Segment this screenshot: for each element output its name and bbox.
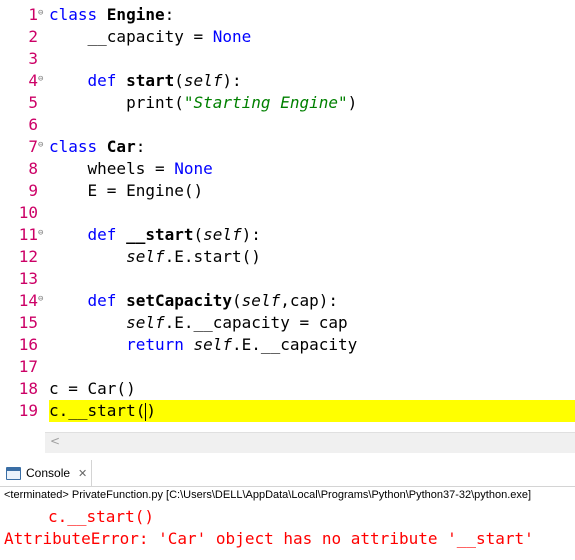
code-text: def setCapacity(self,cap): — [49, 290, 338, 312]
code-token: Engine — [106, 5, 165, 24]
error-traceback-line: c.__start() — [48, 507, 154, 526]
code-line[interactable]: self.E.__capacity = cap — [0, 312, 575, 334]
code-line[interactable]: class Engine: — [0, 4, 575, 26]
code-line[interactable] — [0, 268, 575, 290]
code-token: __start — [126, 225, 194, 244]
code-token: E = Engine() — [49, 181, 204, 200]
code-line[interactable] — [0, 48, 575, 70]
code-line[interactable]: print("Starting Engine") — [0, 92, 575, 114]
code-line[interactable]: wheels = None — [0, 158, 575, 180]
code-text: E = Engine() — [49, 180, 204, 202]
code-token: def — [87, 291, 127, 310]
code-token: print( — [49, 93, 184, 112]
code-token: __capacity = — [49, 27, 213, 46]
tab-console-label: Console — [26, 466, 71, 480]
current-code-line[interactable]: c.__start() — [49, 400, 575, 422]
code-token: ): — [222, 71, 242, 90]
code-token: self — [193, 335, 233, 354]
code-line[interactable] — [0, 114, 575, 136]
code-token: self — [203, 225, 242, 244]
code-token: c = Car() — [49, 379, 136, 398]
code-line[interactable]: def setCapacity(self,cap): — [0, 290, 575, 312]
code-token: None — [174, 159, 213, 178]
code-token: class — [49, 5, 107, 24]
code-token: .E.start() — [164, 247, 261, 266]
code-line[interactable] — [0, 202, 575, 224]
code-token: : — [164, 5, 175, 24]
code-token: start — [126, 71, 175, 90]
code-text: print("Starting Engine") — [49, 92, 357, 114]
editor-gutter-bottom — [0, 438, 45, 452]
code-text: def start(self): — [49, 70, 242, 92]
code-token: self — [241, 291, 281, 310]
code-token: return — [126, 335, 194, 354]
code-token: c.__start( — [49, 401, 146, 420]
code-line[interactable]: return self.E.__capacity — [0, 334, 575, 356]
code-text: wheels = None — [49, 158, 213, 180]
code-line[interactable]: E = Engine() — [0, 180, 575, 202]
code-text: c.__start() — [49, 400, 156, 422]
code-token: ): — [241, 225, 261, 244]
code-token: Car — [106, 137, 136, 156]
code-token: ( — [193, 225, 204, 244]
error-message: AttributeError: 'Car' object has no attr… — [4, 529, 534, 548]
scroll-left-icon[interactable]: < — [50, 434, 60, 448]
line-number: 19 — [18, 401, 38, 420]
console-output[interactable]: <terminated> PrivateFunction.py [C:\User… — [0, 487, 575, 560]
code-line[interactable]: def __start(self): — [0, 224, 575, 246]
code-token: ( — [174, 71, 184, 90]
code-token: ,cap): — [280, 291, 338, 310]
code-token: wheels = — [49, 159, 175, 178]
code-token: "Starting Engine" — [183, 93, 348, 112]
code-token: : — [135, 137, 146, 156]
code-text: return self.E.__capacity — [49, 334, 357, 356]
close-icon[interactable]: ✕ — [78, 467, 87, 480]
code-line[interactable]: class Car: — [0, 136, 575, 158]
code-token: .E.__capacity = cap — [164, 313, 348, 332]
code-token: def — [87, 71, 127, 90]
console-tab-bar: Console ✕ — [0, 460, 575, 487]
code-text: class Car: — [49, 136, 145, 158]
code-text: def __start(self): — [49, 224, 261, 246]
code-text: __capacity = None — [49, 26, 252, 48]
code-token: None — [212, 27, 252, 46]
code-editor[interactable]: 1 ⊖ class Engine: 2 __capacity = None 3 4 ⊖ de… — [0, 0, 575, 438]
code-token: def — [87, 225, 127, 244]
code-token: self — [183, 71, 223, 90]
tab-console[interactable]: Console ✕ — [0, 460, 93, 486]
code-line[interactable]: __capacity = None — [0, 26, 575, 48]
code-line[interactable]: c = Car() — [0, 378, 575, 400]
code-line[interactable]: self.E.start() — [0, 246, 575, 268]
code-line[interactable] — [0, 356, 575, 378]
code-text: self.E.start() — [49, 246, 261, 268]
code-token: self — [126, 247, 165, 266]
code-text: class Engine: — [49, 4, 174, 26]
code-text: self.E.__capacity = cap — [49, 312, 348, 334]
code-token: .E.__capacity — [232, 335, 358, 354]
horizontal-scrollbar[interactable]: < — [45, 432, 575, 453]
code-token: setCapacity — [126, 291, 233, 310]
code-line[interactable]: def start(self): — [0, 70, 575, 92]
code-token: ( — [232, 291, 242, 310]
code-token: ) — [146, 401, 156, 420]
code-token: class — [49, 137, 107, 156]
code-text: c = Car() — [49, 378, 136, 400]
code-token: ) — [347, 93, 358, 112]
console-icon — [6, 466, 21, 480]
terminated-status: <terminated> PrivateFunction.py [C:\User… — [4, 489, 532, 501]
code-token: self — [126, 313, 165, 332]
